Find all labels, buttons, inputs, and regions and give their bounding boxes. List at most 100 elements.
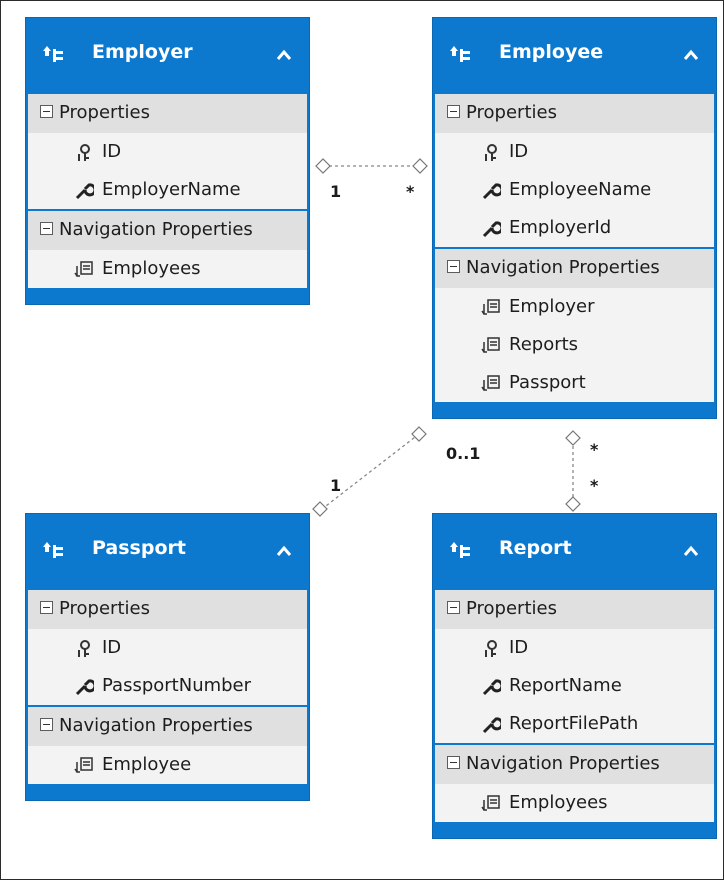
navigation-name: Passport bbox=[509, 372, 586, 393]
navigation-property-icon bbox=[481, 299, 500, 315]
property-row[interactable]: ReportName bbox=[435, 667, 714, 705]
diamond-employee-end bbox=[412, 158, 428, 174]
wrench-icon bbox=[482, 679, 501, 696]
entity-title: Employer bbox=[92, 41, 193, 63]
section-properties[interactable]: Properties bbox=[435, 94, 714, 133]
section-label: Navigation Properties bbox=[466, 753, 660, 774]
entity-title: Passport bbox=[92, 537, 186, 559]
entity-footer bbox=[433, 402, 716, 418]
multiplicity-employee-passport-side: 0..1 bbox=[446, 444, 481, 463]
collapse-section-icon[interactable] bbox=[447, 105, 460, 118]
section-label: Properties bbox=[466, 102, 557, 123]
entity-employer[interactable]: Employer Properties ID EmployerName Navi… bbox=[25, 17, 310, 305]
navigation-row[interactable]: Employee bbox=[28, 746, 307, 784]
collapse-section-icon[interactable] bbox=[40, 222, 53, 235]
navigation-name: Reports bbox=[509, 334, 579, 355]
entity-title: Report bbox=[499, 537, 572, 559]
navigation-property-icon bbox=[481, 795, 500, 811]
navigation-row[interactable]: Passport bbox=[435, 364, 714, 402]
navigation-name: Employees bbox=[509, 792, 608, 813]
entity-header[interactable]: Employer bbox=[26, 18, 309, 94]
property-name: PassportNumber bbox=[102, 675, 252, 696]
section-properties[interactable]: Properties bbox=[28, 590, 307, 629]
association-employee-passport bbox=[321, 433, 420, 510]
section-label: Properties bbox=[59, 598, 150, 619]
property-name: ID bbox=[102, 141, 122, 162]
diamond-report-end bbox=[565, 496, 581, 512]
entity-header[interactable]: Passport bbox=[26, 514, 309, 590]
collapse-section-icon[interactable] bbox=[40, 718, 53, 731]
section-navigation-properties[interactable]: Navigation Properties bbox=[28, 211, 307, 250]
entity-employee[interactable]: Employee Properties ID EmployeeName Empl… bbox=[432, 17, 717, 419]
navigation-property-icon bbox=[481, 375, 500, 391]
diamond-employer-end bbox=[315, 158, 331, 174]
property-row[interactable]: ID bbox=[28, 629, 307, 667]
multiplicity-employer-side: 1 bbox=[330, 182, 342, 201]
property-row[interactable]: EmployerName bbox=[28, 171, 307, 209]
property-row[interactable]: ID bbox=[435, 133, 714, 171]
chevron-up-icon[interactable] bbox=[682, 544, 700, 558]
diamond-employee-report-end bbox=[565, 430, 581, 446]
wrench-icon bbox=[75, 679, 94, 696]
wrench-icon bbox=[482, 183, 501, 200]
section-properties[interactable]: Properties bbox=[28, 94, 307, 133]
wrench-icon bbox=[75, 183, 94, 200]
property-row[interactable]: ID bbox=[435, 629, 714, 667]
navigation-property-icon bbox=[74, 757, 93, 773]
collapse-section-icon[interactable] bbox=[447, 601, 460, 614]
multiplicity-employee-report-side: * bbox=[590, 440, 599, 459]
entity-body: Properties ID ReportName ReportFilePath … bbox=[435, 590, 714, 822]
section-label: Properties bbox=[466, 598, 557, 619]
collapse-section-icon[interactable] bbox=[447, 756, 460, 769]
navigation-row[interactable]: Employer bbox=[435, 288, 714, 326]
collapse-section-icon[interactable] bbox=[447, 260, 460, 273]
section-label: Navigation Properties bbox=[59, 219, 253, 240]
navigation-property-icon bbox=[74, 261, 93, 277]
entity-footer bbox=[26, 784, 309, 800]
chevron-up-icon[interactable] bbox=[275, 48, 293, 62]
collapse-section-icon[interactable] bbox=[40, 601, 53, 614]
property-name: EmployerId bbox=[509, 217, 612, 238]
multiplicity-report-side: * bbox=[590, 476, 599, 495]
chevron-up-icon[interactable] bbox=[275, 544, 293, 558]
key-icon bbox=[78, 144, 90, 161]
property-row[interactable]: EmployeeName bbox=[435, 171, 714, 209]
entity-header[interactable]: Employee bbox=[433, 18, 716, 94]
section-navigation-properties[interactable]: Navigation Properties bbox=[28, 707, 307, 746]
property-row[interactable]: PassportNumber bbox=[28, 667, 307, 705]
wrench-icon bbox=[482, 221, 501, 238]
navigation-row[interactable]: Employees bbox=[435, 784, 714, 822]
diamond-employee-passport-end bbox=[411, 426, 427, 442]
property-row[interactable]: EmployerId bbox=[435, 209, 714, 247]
entity-icon bbox=[43, 46, 63, 62]
section-navigation-properties[interactable]: Navigation Properties bbox=[435, 745, 714, 784]
entity-body: Properties ID EmployeeName EmployerId Na… bbox=[435, 94, 714, 402]
diamond-passport-end bbox=[312, 501, 328, 517]
navigation-row[interactable]: Reports bbox=[435, 326, 714, 364]
property-name: ID bbox=[509, 141, 529, 162]
property-name: ID bbox=[102, 637, 122, 658]
chevron-up-icon[interactable] bbox=[682, 48, 700, 62]
property-name: ReportFilePath bbox=[509, 713, 639, 734]
key-icon bbox=[78, 640, 90, 657]
navigation-name: Employees bbox=[102, 258, 201, 279]
section-label: Properties bbox=[59, 102, 150, 123]
entity-body: Properties ID EmployerName Navigation Pr… bbox=[28, 94, 307, 288]
section-navigation-properties[interactable]: Navigation Properties bbox=[435, 249, 714, 288]
property-row[interactable]: ID bbox=[28, 133, 307, 171]
navigation-row[interactable]: Employees bbox=[28, 250, 307, 288]
navigation-name: Employee bbox=[102, 754, 192, 775]
multiplicity-employee-side: * bbox=[406, 182, 415, 201]
section-label: Navigation Properties bbox=[59, 715, 253, 736]
entity-report[interactable]: Report Properties ID ReportName ReportFi… bbox=[432, 513, 717, 839]
multiplicity-passport-side: 1 bbox=[330, 476, 342, 495]
entity-passport[interactable]: Passport Properties ID PassportNumber Na… bbox=[25, 513, 310, 801]
property-name: ID bbox=[509, 637, 529, 658]
collapse-section-icon[interactable] bbox=[40, 105, 53, 118]
entity-header[interactable]: Report bbox=[433, 514, 716, 590]
property-row[interactable]: ReportFilePath bbox=[435, 705, 714, 743]
property-name: ReportName bbox=[509, 675, 622, 696]
section-properties[interactable]: Properties bbox=[435, 590, 714, 629]
key-icon bbox=[485, 144, 497, 161]
entity-icon bbox=[43, 542, 63, 558]
